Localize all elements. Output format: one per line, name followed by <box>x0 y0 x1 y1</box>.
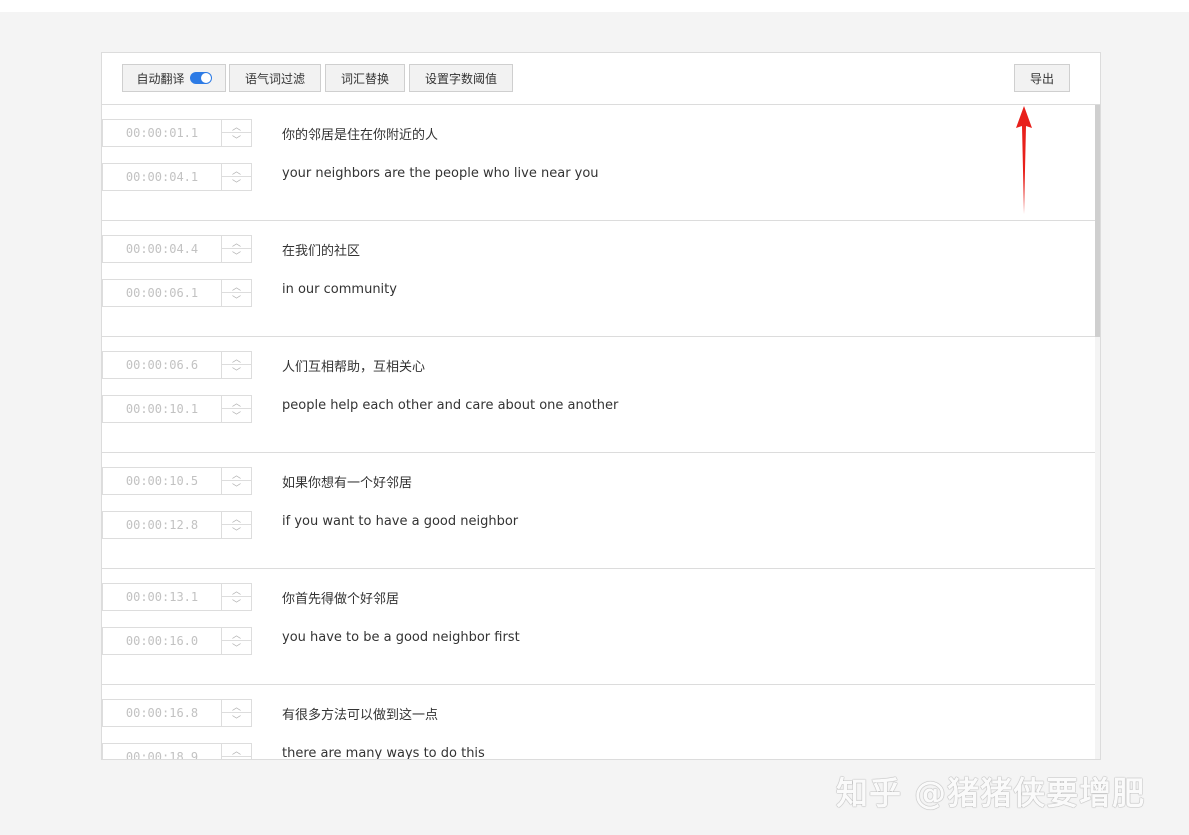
source-text[interactable]: 有很多方法可以做到这一点 <box>282 704 438 723</box>
filter-interjections-label: 语气词过滤 <box>244 71 305 86</box>
subtitle-row: 00:00:04.4 ︿ ﹀ 00:00:06.1 ︿ ﹀ 在我们的社区 in … <box>102 221 1095 337</box>
annotation-arrow-shape <box>1016 106 1032 214</box>
time-spinner: ︿ ﹀ <box>221 280 251 306</box>
end-time-input[interactable]: 00:00:12.8 ︿ ﹀ <box>102 511 252 539</box>
start-time-value[interactable]: 00:00:10.5 <box>103 468 221 494</box>
start-time-input[interactable]: 00:00:04.4 ︿ ﹀ <box>102 235 252 263</box>
decrement-arrow-icon[interactable]: ﹀ <box>222 713 251 726</box>
subtitle-row: 00:00:13.1 ︿ ﹀ 00:00:16.0 ︿ ﹀ 你首先得做个好邻居 … <box>102 569 1095 685</box>
translation-text[interactable]: in our community <box>282 282 397 297</box>
decrement-arrow-icon[interactable]: ﹀ <box>222 641 251 654</box>
filter-interjections-button[interactable]: 语气词过滤 <box>229 64 321 92</box>
auto-translate-button[interactable]: 自动翻译 <box>122 64 226 92</box>
export-label: 导出 <box>1029 71 1054 86</box>
scrollbar[interactable] <box>1095 105 1100 759</box>
end-time-input[interactable]: 00:00:06.1 ︿ ﹀ <box>102 279 252 307</box>
translation-text[interactable]: there are many ways to do this <box>282 746 485 759</box>
replace-words-button[interactable]: 词汇替换 <box>325 64 405 92</box>
time-spinner: ︿ ﹀ <box>221 628 251 654</box>
replace-words-label: 词汇替换 <box>340 71 389 86</box>
increment-arrow-icon[interactable]: ︿ <box>222 744 251 757</box>
decrement-arrow-icon[interactable]: ﹀ <box>222 249 251 262</box>
decrement-arrow-icon[interactable]: ﹀ <box>222 525 251 538</box>
subtitle-list: 00:00:01.1 ︿ ﹀ 00:00:04.1 ︿ ﹀ 你的邻居是住在你附近… <box>102 105 1100 759</box>
end-time-value[interactable]: 00:00:04.1 <box>103 164 221 190</box>
increment-arrow-icon[interactable]: ︿ <box>222 280 251 293</box>
end-time-input[interactable]: 00:00:18.9 ︿ ﹀ <box>102 743 252 759</box>
time-spinner: ︿ ﹀ <box>221 468 251 494</box>
set-threshold-button[interactable]: 设置字数阈值 <box>409 64 513 92</box>
end-time-value[interactable]: 00:00:16.0 <box>103 628 221 654</box>
source-text[interactable]: 你的邻居是住在你附近的人 <box>282 124 438 143</box>
watermark: 知乎 @猪猪侠要增肥 <box>836 774 1146 812</box>
translation-text[interactable]: if you want to have a good neighbor <box>282 514 518 529</box>
time-spinner: ︿ ﹀ <box>221 744 251 759</box>
subtitle-row: 00:00:01.1 ︿ ﹀ 00:00:04.1 ︿ ﹀ 你的邻居是住在你附近… <box>102 105 1095 221</box>
subtitle-row: 00:00:10.5 ︿ ﹀ 00:00:12.8 ︿ ﹀ 如果你想有一个好邻居… <box>102 453 1095 569</box>
start-time-input[interactable]: 00:00:01.1 ︿ ﹀ <box>102 119 252 147</box>
time-spinner: ︿ ﹀ <box>221 164 251 190</box>
subtitle-row: 00:00:06.6 ︿ ﹀ 00:00:10.1 ︿ ﹀ 人们互相帮助，互相关… <box>102 337 1095 453</box>
increment-arrow-icon[interactable]: ︿ <box>222 700 251 713</box>
increment-arrow-icon[interactable]: ︿ <box>222 628 251 641</box>
source-text[interactable]: 人们互相帮助，互相关心 <box>282 356 425 375</box>
increment-arrow-icon[interactable]: ︿ <box>222 512 251 525</box>
time-spinner: ︿ ﹀ <box>221 120 251 146</box>
time-spinner: ︿ ﹀ <box>221 236 251 262</box>
time-spinner: ︿ ﹀ <box>221 396 251 422</box>
end-time-input[interactable]: 00:00:04.1 ︿ ﹀ <box>102 163 252 191</box>
decrement-arrow-icon[interactable]: ﹀ <box>222 757 251 759</box>
end-time-value[interactable]: 00:00:06.1 <box>103 280 221 306</box>
increment-arrow-icon[interactable]: ︿ <box>222 120 251 133</box>
increment-arrow-icon[interactable]: ︿ <box>222 468 251 481</box>
start-time-value[interactable]: 00:00:16.8 <box>103 700 221 726</box>
toolbar: 自动翻译 语气词过滤 词汇替换 设置字数阈值 导出 <box>102 53 1100 105</box>
end-time-input[interactable]: 00:00:10.1 ︿ ﹀ <box>102 395 252 423</box>
decrement-arrow-icon[interactable]: ﹀ <box>222 409 251 422</box>
decrement-arrow-icon[interactable]: ﹀ <box>222 365 251 378</box>
time-spinner: ︿ ﹀ <box>221 512 251 538</box>
increment-arrow-icon[interactable]: ︿ <box>222 352 251 365</box>
time-spinner: ︿ ﹀ <box>221 352 251 378</box>
end-time-value[interactable]: 00:00:10.1 <box>103 396 221 422</box>
translation-text[interactable]: you have to be a good neighbor first <box>282 630 520 645</box>
decrement-arrow-icon[interactable]: ﹀ <box>222 177 251 190</box>
increment-arrow-icon[interactable]: ︿ <box>222 164 251 177</box>
end-time-value[interactable]: 00:00:18.9 <box>103 744 221 759</box>
start-time-value[interactable]: 00:00:04.4 <box>103 236 221 262</box>
decrement-arrow-icon[interactable]: ﹀ <box>222 293 251 306</box>
start-time-value[interactable]: 00:00:13.1 <box>103 584 221 610</box>
start-time-input[interactable]: 00:00:16.8 ︿ ﹀ <box>102 699 252 727</box>
top-strip <box>0 0 1189 12</box>
scrollbar-thumb[interactable] <box>1095 105 1100 337</box>
subtitle-editor-panel: 自动翻译 语气词过滤 词汇替换 设置字数阈值 导出 00:00:01.1 ︿ ﹀ <box>101 52 1101 760</box>
source-text[interactable]: 在我们的社区 <box>282 240 360 259</box>
export-button[interactable]: 导出 <box>1014 64 1070 92</box>
decrement-arrow-icon[interactable]: ﹀ <box>222 597 251 610</box>
source-text[interactable]: 你首先得做个好邻居 <box>282 588 399 607</box>
translation-text[interactable]: your neighbors are the people who live n… <box>282 166 599 181</box>
decrement-arrow-icon[interactable]: ﹀ <box>222 481 251 494</box>
source-text[interactable]: 如果你想有一个好邻居 <box>282 472 412 491</box>
auto-translate-toggle[interactable] <box>189 72 212 84</box>
start-time-input[interactable]: 00:00:10.5 ︿ ﹀ <box>102 467 252 495</box>
decrement-arrow-icon[interactable]: ﹀ <box>222 133 251 146</box>
annotation-arrow-icon <box>1016 106 1032 214</box>
start-time-value[interactable]: 00:00:01.1 <box>103 120 221 146</box>
auto-translate-label: 自动翻译 <box>136 71 185 86</box>
increment-arrow-icon[interactable]: ︿ <box>222 396 251 409</box>
end-time-value[interactable]: 00:00:12.8 <box>103 512 221 538</box>
translation-text[interactable]: people help each other and care about on… <box>282 398 618 413</box>
increment-arrow-icon[interactable]: ︿ <box>222 584 251 597</box>
increment-arrow-icon[interactable]: ︿ <box>222 236 251 249</box>
toggle-knob <box>200 73 211 83</box>
subtitle-row: 00:00:16.8 ︿ ﹀ 00:00:18.9 ︿ ﹀ 有很多方法可以做到这… <box>102 685 1095 759</box>
start-time-value[interactable]: 00:00:06.6 <box>103 352 221 378</box>
start-time-input[interactable]: 00:00:13.1 ︿ ﹀ <box>102 583 252 611</box>
time-spinner: ︿ ﹀ <box>221 584 251 610</box>
time-spinner: ︿ ﹀ <box>221 700 251 726</box>
end-time-input[interactable]: 00:00:16.0 ︿ ﹀ <box>102 627 252 655</box>
set-threshold-label: 设置字数阈值 <box>424 71 497 86</box>
start-time-input[interactable]: 00:00:06.6 ︿ ﹀ <box>102 351 252 379</box>
